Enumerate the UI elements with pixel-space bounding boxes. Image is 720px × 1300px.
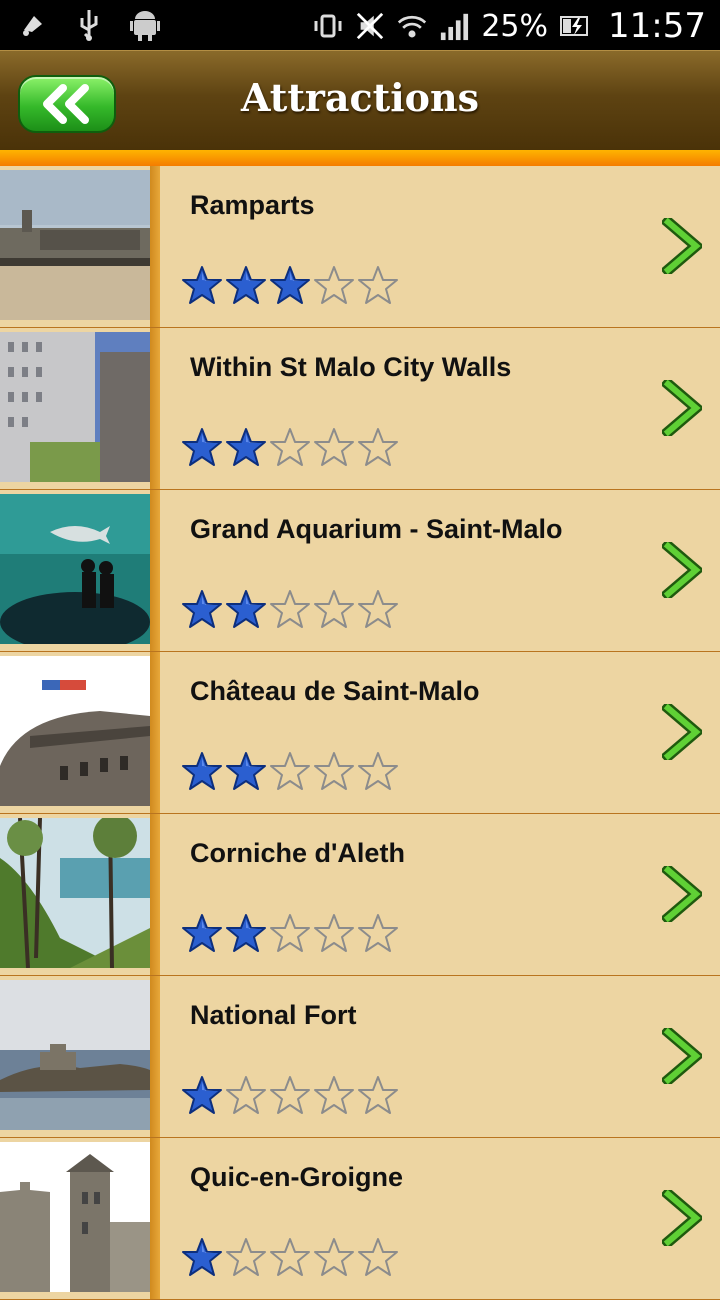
star-empty-icon (313, 1074, 355, 1116)
thumbnail-frame (150, 652, 160, 813)
battery-percent: 25% (481, 8, 549, 44)
star-filled-icon (181, 750, 223, 792)
star-filled-icon (225, 426, 267, 468)
star-rating (181, 588, 399, 630)
attraction-row[interactable]: Ramparts (0, 166, 720, 328)
page-title: Attractions (240, 75, 480, 120)
thumbnail-frame (150, 976, 160, 1137)
notification-icon (18, 8, 48, 42)
chevron-right-icon[interactable] (660, 700, 705, 764)
attraction-name: Château de Saint-Malo (190, 676, 480, 706)
attraction-thumbnail (0, 818, 150, 968)
star-empty-icon (225, 1236, 267, 1278)
thumbnail-frame (150, 814, 160, 975)
chevron-right-icon[interactable] (660, 376, 705, 440)
attraction-row[interactable]: Grand Aquarium - Saint-Malo (0, 490, 720, 652)
thumbnail-frame (150, 328, 160, 489)
star-empty-icon (313, 750, 355, 792)
star-filled-icon (181, 588, 223, 630)
star-empty-icon (313, 426, 355, 468)
star-rating (181, 912, 399, 954)
attraction-thumbnail (0, 980, 150, 1130)
mute-icon (355, 9, 385, 43)
star-empty-icon (269, 588, 311, 630)
star-filled-icon (269, 264, 311, 306)
vibrate-icon (313, 9, 343, 43)
attraction-row[interactable]: Corniche d'Aleth (0, 814, 720, 976)
star-empty-icon (313, 588, 355, 630)
chevron-right-icon[interactable] (660, 1024, 705, 1088)
star-empty-icon (225, 1074, 267, 1116)
star-empty-icon (269, 1074, 311, 1116)
star-filled-icon (181, 912, 223, 954)
clock: 11:57 (608, 6, 706, 46)
attraction-row[interactable]: Quic-en-Groigne (0, 1138, 720, 1300)
star-rating (181, 1236, 399, 1278)
star-empty-icon (269, 912, 311, 954)
star-empty-icon (269, 426, 311, 468)
chevron-right-icon[interactable] (660, 862, 705, 926)
chevron-right-icon[interactable] (660, 538, 705, 602)
star-rating (181, 1074, 399, 1116)
attraction-thumbnail (0, 656, 150, 806)
star-rating (181, 264, 399, 306)
star-empty-icon (269, 1236, 311, 1278)
thumbnail-frame (150, 490, 160, 651)
attraction-name: Corniche d'Aleth (190, 838, 405, 868)
attraction-thumbnail (0, 170, 150, 320)
wifi-icon (397, 9, 427, 43)
star-empty-icon (313, 264, 355, 306)
star-filled-icon (181, 264, 223, 306)
header-divider (0, 150, 720, 166)
attraction-row[interactable]: Within St Malo City Walls (0, 328, 720, 490)
star-empty-icon (357, 1074, 399, 1116)
chevron-right-icon[interactable] (660, 1186, 705, 1250)
usb-icon (74, 8, 104, 42)
star-empty-icon (357, 1236, 399, 1278)
star-empty-icon (357, 750, 399, 792)
star-rating (181, 750, 399, 792)
thumbnail-frame (150, 166, 160, 327)
attraction-name: Ramparts (190, 190, 315, 220)
star-filled-icon (225, 912, 267, 954)
android-debug-icon (130, 8, 160, 42)
star-filled-icon (181, 426, 223, 468)
attraction-row[interactable]: National Fort (0, 976, 720, 1138)
star-filled-icon (181, 1236, 223, 1278)
star-empty-icon (313, 1236, 355, 1278)
attractions-list: Ramparts Within St Malo City Walls Grand A… (0, 166, 720, 1300)
attraction-thumbnail (0, 494, 150, 644)
battery-charging-icon (560, 9, 590, 43)
star-rating (181, 426, 399, 468)
star-empty-icon (357, 588, 399, 630)
attraction-row[interactable]: Château de Saint-Malo (0, 652, 720, 814)
attraction-name: Within St Malo City Walls (190, 352, 512, 382)
attraction-name: National Fort (190, 1000, 357, 1030)
thumbnail-frame (150, 1138, 160, 1299)
star-filled-icon (225, 588, 267, 630)
star-filled-icon (225, 750, 267, 792)
attraction-name: Quic-en-Groigne (190, 1162, 404, 1192)
star-empty-icon (357, 912, 399, 954)
status-bar: 25% 11:57 (0, 0, 720, 50)
chevron-right-icon[interactable] (660, 214, 705, 278)
attraction-name: Grand Aquarium - Saint-Malo (190, 514, 563, 544)
star-empty-icon (357, 426, 399, 468)
attraction-thumbnail (0, 1142, 150, 1292)
attraction-thumbnail (0, 332, 150, 482)
star-empty-icon (357, 264, 399, 306)
signal-icon (439, 9, 469, 43)
star-empty-icon (313, 912, 355, 954)
title-bar: Attractions (0, 50, 720, 151)
star-filled-icon (181, 1074, 223, 1116)
star-filled-icon (225, 264, 267, 306)
star-empty-icon (269, 750, 311, 792)
